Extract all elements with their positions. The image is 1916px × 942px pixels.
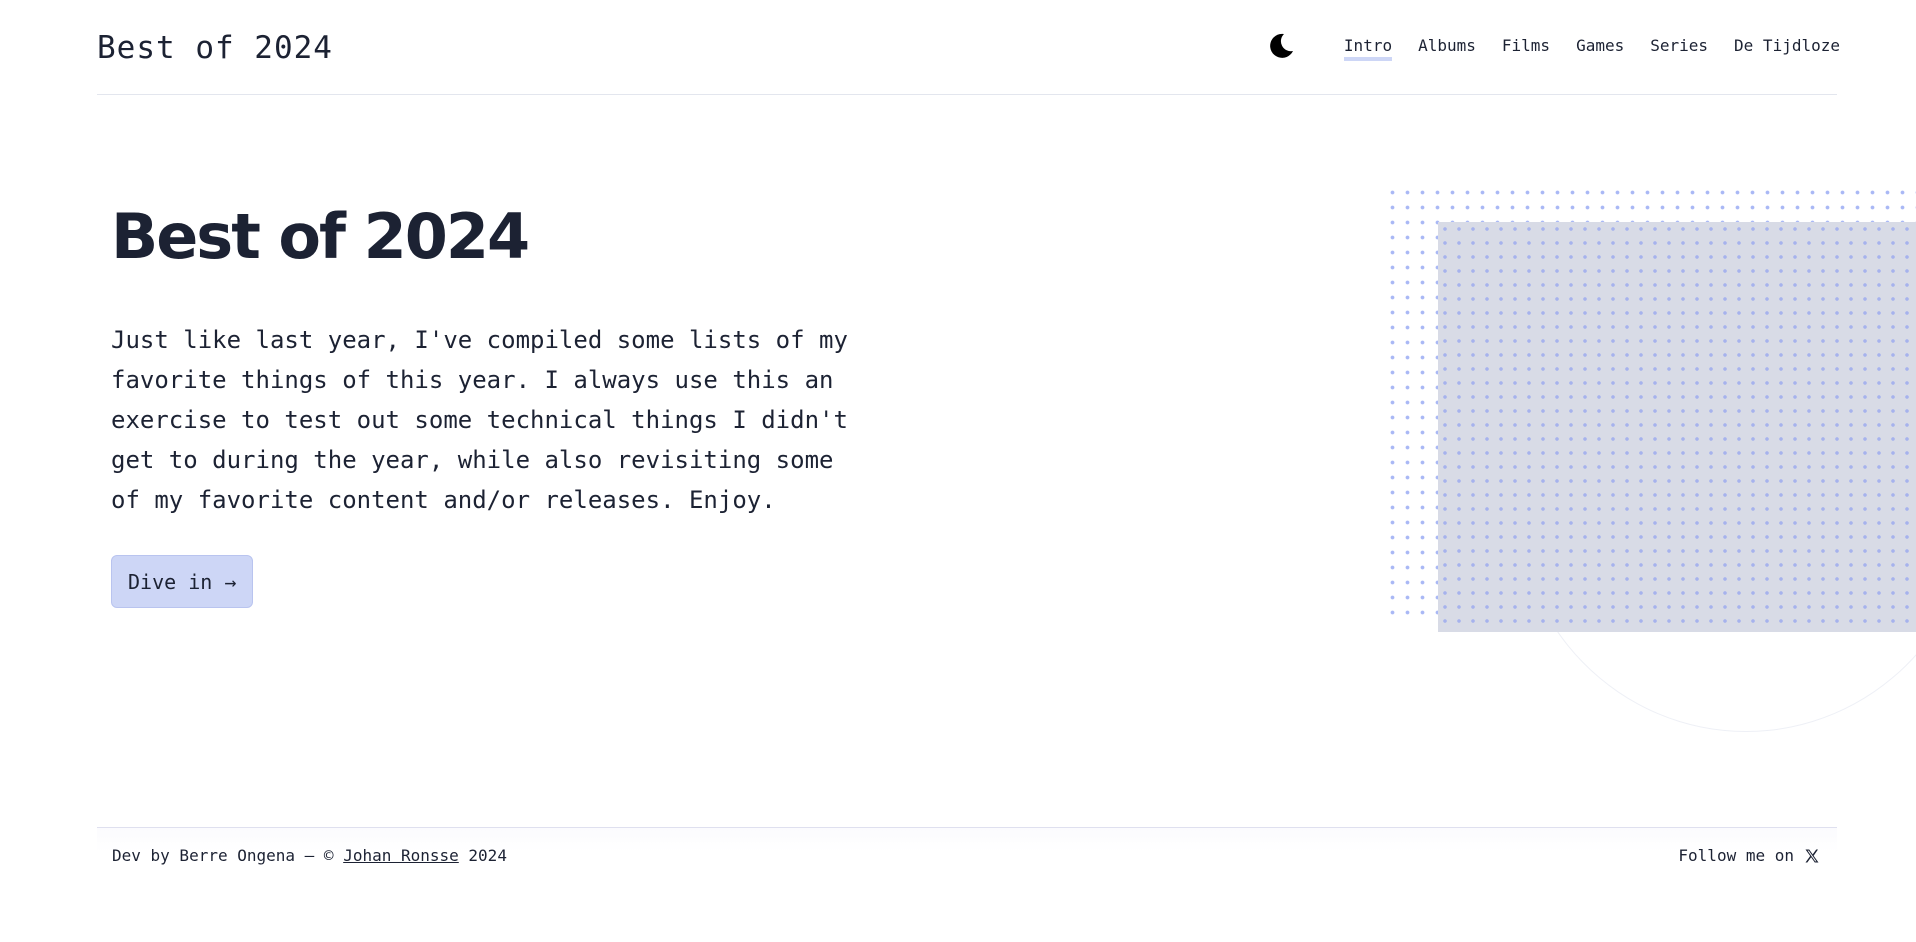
site-footer: Dev by Berre Ongena — © Johan Ronsse 202…: [97, 827, 1837, 888]
hero-intro-text: Just like last year, I've compiled some …: [111, 326, 848, 514]
footer-credit: Dev by Berre Ongena — © Johan Ronsse 202…: [112, 846, 507, 865]
credit-suffix: 2024: [458, 846, 507, 865]
dotted-block: [1438, 222, 1916, 632]
nav-item-de-tijdloze[interactable]: De Tijdloze: [1734, 36, 1840, 61]
follow-label: Follow me on: [1678, 846, 1794, 865]
dive-in-button[interactable]: Dive in →: [111, 555, 254, 608]
nav-item-intro[interactable]: Intro: [1343, 36, 1393, 61]
main-nav: Intro Albums Films Games Series De Tijdl…: [1343, 36, 1840, 61]
credit-prefix: Dev by Berre Ongena — ©: [112, 846, 344, 865]
hero-title: Best of 2024: [111, 200, 530, 273]
site-header: Best of 2024 Intro Albums Films Games Se…: [97, 0, 1840, 95]
nav-item-games[interactable]: Games: [1576, 36, 1624, 61]
x-logo-icon[interactable]: [1804, 848, 1820, 864]
nav-item-films[interactable]: Films: [1502, 36, 1550, 61]
footer-social: Follow me on: [1678, 846, 1820, 865]
moon-icon[interactable]: [1267, 32, 1295, 60]
site-title[interactable]: Best of 2024: [97, 30, 333, 66]
author-link[interactable]: Johan Ronsse: [343, 846, 459, 865]
nav-item-albums[interactable]: Albums: [1418, 36, 1476, 61]
decorative-pattern: [1385, 185, 1916, 735]
nav-item-series[interactable]: Series: [1650, 36, 1708, 61]
